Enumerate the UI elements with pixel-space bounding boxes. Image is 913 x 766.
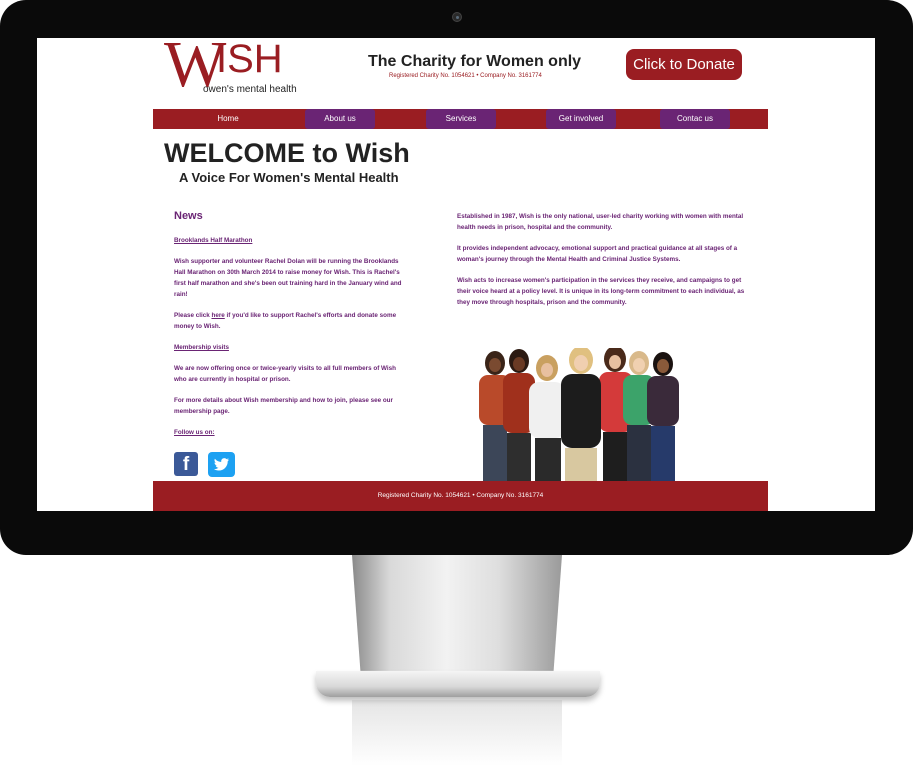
stand-reflection xyxy=(352,700,562,766)
news-link-brooklands[interactable]: Brooklands Half Marathon xyxy=(174,237,252,244)
nav-home[interactable]: Home xyxy=(198,109,258,129)
monitor-screen: W ISH owen's mental health The Charity f… xyxy=(37,38,875,511)
logo-wordmark: ISH xyxy=(216,38,283,81)
nav-services[interactable]: Services xyxy=(426,109,496,129)
cta-text-pre: Please click xyxy=(174,312,212,319)
news-link-membership[interactable]: Membership visits xyxy=(174,344,229,351)
here-link[interactable]: here xyxy=(211,312,224,319)
site-tagline: The Charity for Women only xyxy=(368,53,582,70)
news-body-brooklands: Wish supporter and volunteer Rachel Dola… xyxy=(174,258,402,298)
follow-us-label: Follow us on: xyxy=(174,429,215,436)
registration-info: Registered Charity No. 1054621 • Company… xyxy=(389,73,542,79)
about-paragraph-1: Established in 1987, Wish is the only na… xyxy=(457,213,744,231)
wish-logo[interactable]: W ISH owen's mental health xyxy=(164,38,314,98)
about-paragraph-2: It provides independent advocacy, emotio… xyxy=(457,245,738,263)
news-heading: News xyxy=(174,210,203,222)
donate-button[interactable]: Click to Donate xyxy=(626,49,742,80)
monitor-bezel: W ISH owen's mental health The Charity f… xyxy=(0,0,913,555)
about-column: Established in 1987, Wish is the only na… xyxy=(457,211,747,318)
site-footer: Registered Charity No. 1054621 • Company… xyxy=(153,481,768,511)
news-column: Brooklands Half Marathon Wish supporter … xyxy=(174,235,409,448)
facebook-icon[interactable]: f xyxy=(174,452,198,476)
footer-registration: Registered Charity No. 1054621 • Company… xyxy=(377,492,544,499)
logo-tagline: owen's mental health xyxy=(203,84,297,95)
nav-get-involved[interactable]: Get involved xyxy=(546,109,616,129)
news-body-membership: We are now offering once or twice-yearly… xyxy=(174,365,397,383)
nav-about-us[interactable]: About us xyxy=(305,109,375,129)
camera-icon xyxy=(452,12,462,22)
nav-contact-us[interactable]: Contac us xyxy=(660,109,730,129)
news-membership-more: For more details about Wish membership a… xyxy=(174,397,393,415)
page-subtitle: A Voice For Women's Mental Health xyxy=(179,170,399,185)
page-title: WELCOME to Wish xyxy=(164,138,410,168)
monitor-stand-base xyxy=(316,671,600,697)
news-donate-cta: Please click here if you'd like to suppo… xyxy=(174,310,409,332)
twitter-icon[interactable] xyxy=(208,452,235,477)
main-nav: Home About us Services Get involved Cont… xyxy=(153,109,768,129)
about-paragraph-3: Wish acts to increase women's participat… xyxy=(457,277,745,306)
twitter-bird-icon xyxy=(214,458,229,471)
women-group-photo xyxy=(479,348,679,481)
